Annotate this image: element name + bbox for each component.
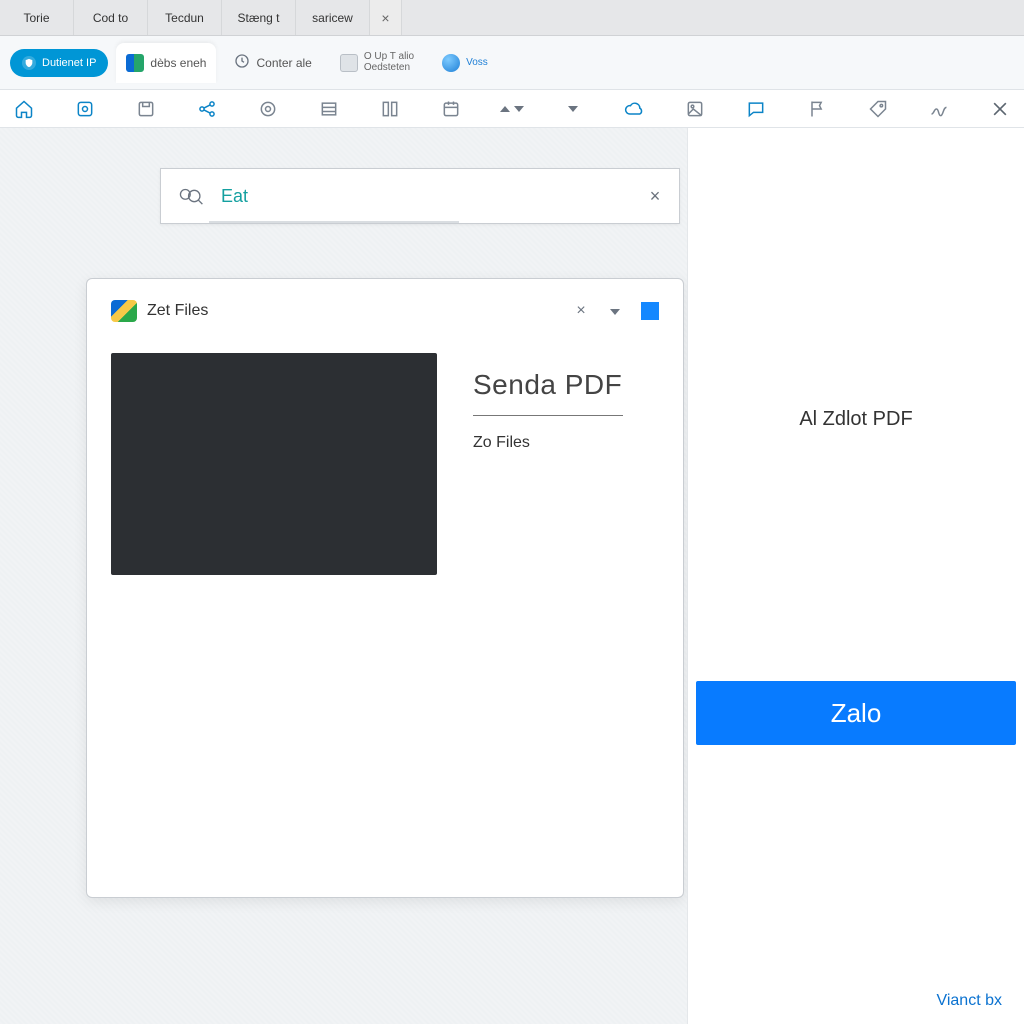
document-meta: Senda PDF Zo Files — [473, 353, 623, 575]
image-icon[interactable] — [678, 99, 711, 119]
app-tab-label-bottom: Oedsteten — [364, 63, 414, 74]
app-tab-label: dèbs eneh — [150, 56, 206, 70]
window-tabstrip: Torie Cod to Tecdun Stæng t saricew × — [0, 0, 1024, 36]
app-tab[interactable]: O Up T alio Oedsteten — [330, 43, 424, 83]
app-header: Dutienet IP dèbs eneh Conter ale O Up T … — [0, 36, 1024, 90]
clear-search-button[interactable]: × — [631, 186, 679, 207]
app-tab[interactable]: dèbs eneh — [116, 43, 216, 83]
tag-icon[interactable] — [861, 99, 894, 119]
clock-icon — [234, 53, 250, 72]
footer-link[interactable]: Vianct bx — [936, 992, 1002, 1010]
side-panel: Al Zdlot PDF Zalo Vianct bx — [688, 128, 1024, 1024]
app-logo-icon — [126, 54, 144, 72]
save-icon[interactable] — [130, 99, 163, 119]
divider — [473, 415, 623, 416]
document-headline: Senda PDF — [473, 369, 623, 401]
account-pill-label: Dutienet IP — [42, 57, 96, 69]
home-icon[interactable] — [8, 99, 41, 119]
target-icon[interactable] — [252, 99, 285, 119]
extension-icon[interactable] — [69, 99, 102, 119]
card-close-button[interactable]: × — [569, 302, 593, 320]
input-underline — [209, 221, 459, 223]
search-bar[interactable]: × — [160, 168, 680, 224]
calendar-icon[interactable] — [435, 99, 468, 119]
shield-icon — [22, 56, 36, 70]
app-tab[interactable]: Conter ale — [224, 43, 321, 83]
account-pill[interactable]: Dutienet IP — [10, 49, 108, 77]
search-icon — [161, 186, 221, 206]
flag-icon[interactable] — [800, 99, 833, 119]
close-icon[interactable] — [983, 99, 1016, 119]
search-input[interactable] — [221, 186, 631, 207]
globe-icon — [442, 54, 460, 72]
cloud-icon[interactable] — [617, 99, 650, 119]
window-tab[interactable]: saricew — [296, 0, 370, 35]
close-tab-button[interactable]: × — [370, 0, 402, 35]
app-tab[interactable]: Voss — [432, 43, 498, 83]
document-subline: Zo Files — [473, 434, 623, 452]
zalo-button[interactable]: Zalo — [696, 681, 1016, 745]
card-expand-button[interactable] — [641, 302, 659, 320]
signature-icon[interactable] — [922, 99, 955, 119]
app-tab-label: Conter ale — [256, 56, 311, 70]
file-app-icon — [111, 300, 137, 322]
side-panel-title: Al Zdlot PDF — [799, 408, 912, 431]
chevron-down-icon[interactable] — [556, 106, 589, 112]
list-icon[interactable] — [313, 99, 346, 119]
window-tab[interactable]: Torie — [0, 0, 74, 35]
window-tab[interactable]: Stæng t — [222, 0, 296, 35]
document-thumbnail[interactable] — [111, 353, 437, 575]
doc-icon — [340, 54, 358, 72]
card-title: Zet Files — [147, 302, 208, 320]
share-icon[interactable] — [191, 99, 224, 119]
app-tab-label: Voss — [466, 57, 488, 68]
sort-icon[interactable] — [496, 106, 529, 112]
workspace: × Zet Files × Senda PDF Zo Files — [0, 128, 688, 1024]
columns-icon[interactable] — [374, 99, 407, 119]
chat-icon[interactable] — [739, 99, 772, 119]
toolbar — [0, 90, 1024, 128]
card-header: Zet Files × — [111, 297, 659, 325]
window-tab[interactable]: Cod to — [74, 0, 148, 35]
main-area: × Zet Files × Senda PDF Zo Files — [0, 128, 1024, 1024]
file-preview-card: Zet Files × Senda PDF Zo Files — [86, 278, 684, 898]
window-tab[interactable]: Tecdun — [148, 0, 222, 35]
card-menu-button[interactable] — [603, 302, 627, 320]
app-tab-label-top: O Up T alio — [364, 52, 414, 63]
